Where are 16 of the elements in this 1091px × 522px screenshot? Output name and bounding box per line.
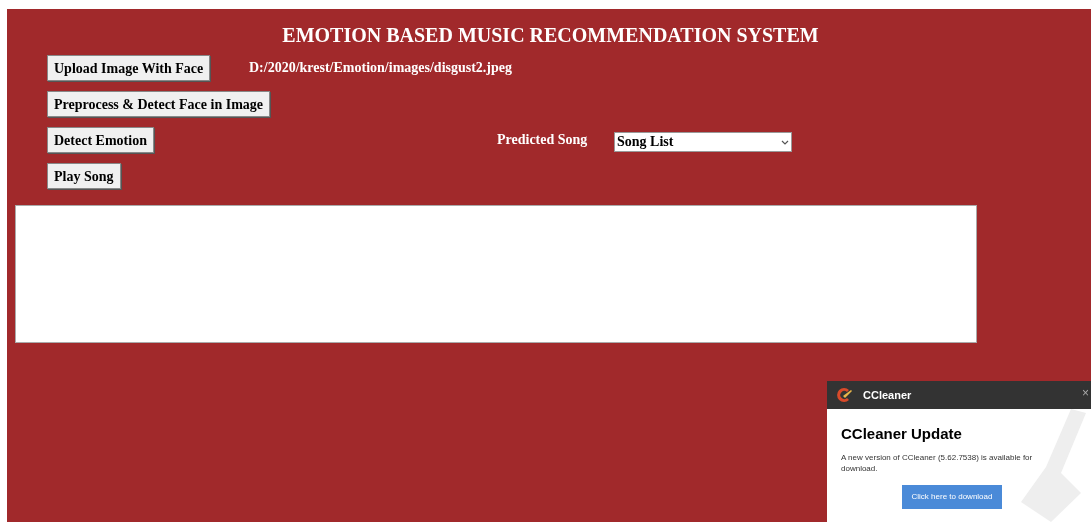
song-dropdown[interactable]: Song List [614, 132, 792, 152]
action-button[interactable]: Upload Image With Face [47, 55, 211, 81]
output-text-area[interactable] [15, 205, 977, 343]
action-button[interactable]: Detect Emotion [47, 127, 154, 153]
app-name: CCleaner [863, 387, 912, 403]
close-button[interactable]: × [1082, 387, 1089, 399]
action-button[interactable]: Play Song [47, 163, 121, 189]
action-button[interactable]: Preprocess & Detect Face in Image [47, 91, 270, 117]
notification-message: A new version of CCleaner (5.62.7538) is available for download. [841, 451, 1034, 474]
predicted-song-label: Predicted Song [497, 131, 588, 149]
window-title: EMOTION BASED MUSIC RECOMMENDATION SYSTEM [282, 23, 819, 47]
app-logo-icon [835, 387, 853, 403]
notification-title: CCleaner Update [841, 424, 963, 444]
chevron-down-icon [781, 139, 789, 145]
download-button[interactable]: Click here to download [902, 484, 1002, 509]
file-path-label: D:/2020/krest/Emotion/images/disgust2.jpeg [249, 59, 513, 77]
